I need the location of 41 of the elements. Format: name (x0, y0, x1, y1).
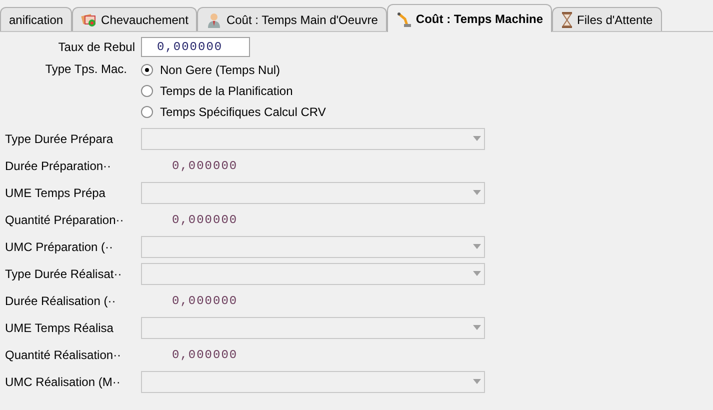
caret-icon (473, 136, 481, 141)
caret-icon (473, 190, 481, 195)
radio-option[interactable]: Temps Spécifiques Calcul CRV (141, 101, 326, 122)
field-value: 0,000000 (172, 346, 238, 364)
field-label: UMC Réalisation (M·· (4, 374, 122, 390)
cards-icon (81, 12, 98, 26)
caret-icon (473, 271, 481, 276)
tab[interactable]: Coût : Temps Machine (386, 4, 552, 32)
caret-icon (473, 244, 481, 249)
tab[interactable]: Coût : Temps Main d'Oeuvre (197, 7, 387, 31)
dropdown[interactable] (141, 370, 485, 392)
radio-option[interactable]: Temps de la Planification (141, 80, 326, 101)
field-value: 0,000000 (172, 292, 238, 310)
field-label: Type Tps. Mac. (44, 61, 128, 78)
tab[interactable]: Chevauchement (72, 7, 198, 31)
field-label: UME Temps Réalisa (4, 320, 114, 336)
field-label: Type Durée Réalisat·· (4, 266, 123, 282)
field-label: Quantité Préparation·· (4, 212, 125, 228)
caret-icon (473, 325, 481, 330)
dropdown[interactable] (141, 316, 485, 338)
field-label: Durée Préparation·· (4, 158, 112, 174)
field-label: UMC Préparation (·· (4, 238, 114, 256)
hourglass-icon (561, 12, 574, 28)
field-label: Type Durée Prépara (4, 130, 114, 148)
field-value: 0,000000 (172, 158, 238, 174)
field-label: Durée Réalisation (·· (4, 292, 117, 310)
field-label: UME Temps Prépa (4, 184, 106, 202)
tab[interactable]: Files d'Attente (552, 7, 662, 31)
tab[interactable]: anification (0, 7, 72, 31)
input-field[interactable]: 0,000000 (141, 37, 250, 57)
field-label: Taux de Rebul (57, 39, 136, 56)
radio-option[interactable]: Non Gere (Temps Nul) (141, 59, 326, 80)
dropdown[interactable] (141, 262, 485, 284)
dropdown[interactable] (141, 182, 485, 204)
caret-icon (473, 379, 481, 384)
person-icon (206, 12, 222, 28)
dropdown[interactable] (141, 128, 485, 150)
field-value: 0,000000 (172, 212, 238, 228)
robot-arm-icon (396, 10, 412, 26)
field-label: Quantité Réalisation·· (4, 346, 122, 364)
dropdown[interactable] (141, 236, 485, 258)
